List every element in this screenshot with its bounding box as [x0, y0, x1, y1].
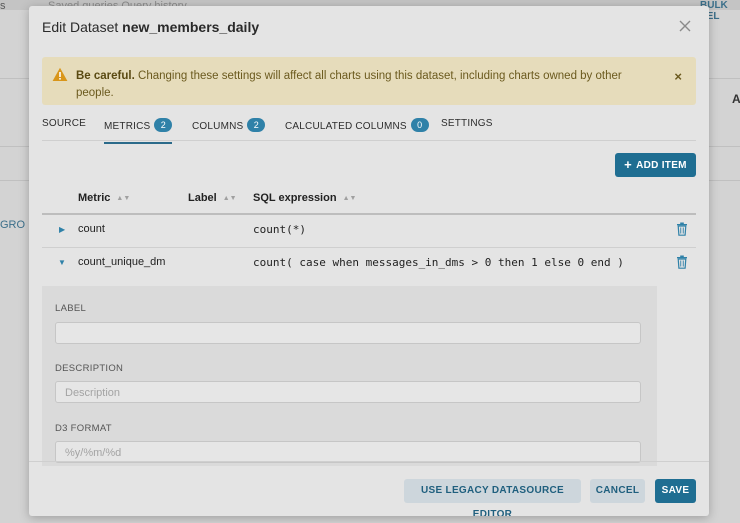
modal-header: Edit Dataset new_members_daily	[29, 6, 709, 50]
row-divider	[42, 247, 696, 248]
tab-calculated-columns[interactable]: CALCULATED COLUMNS 0	[285, 118, 429, 142]
close-icon[interactable]	[677, 18, 693, 34]
background-text: GRO	[0, 219, 26, 231]
label-field-title: LABEL	[55, 303, 87, 314]
background-text: A	[732, 92, 740, 106]
tab-columns[interactable]: COLUMNS 2	[192, 118, 266, 142]
tab-badge: 2	[247, 118, 266, 132]
modal-title-prefix: Edit Dataset	[42, 19, 123, 35]
warning-bold: Be careful.	[76, 70, 135, 82]
column-header-metric[interactable]: Metric ▲▼	[78, 192, 130, 204]
expand-chevron-down-icon[interactable]: ▼	[58, 258, 66, 267]
tab-label: SETTINGS	[441, 118, 493, 129]
header-label: SQL expression	[253, 192, 337, 204]
legacy-editor-button[interactable]: USE LEGACY DATASOURCE EDITOR	[404, 479, 581, 516]
tabs-divider	[42, 140, 696, 141]
column-header-sql[interactable]: SQL expression ▲▼	[253, 192, 356, 204]
metric-name: count_unique_dm	[78, 256, 166, 268]
cancel-button[interactable]: CANCEL	[590, 479, 645, 503]
warning-message: Changing these settings will affect all …	[76, 70, 622, 99]
warning-alert: Be careful. Changing these settings will…	[42, 57, 696, 105]
d3-format-input[interactable]: %y/%m/%d	[55, 441, 641, 463]
label-input[interactable]	[55, 322, 641, 344]
metric-detail-panel: LABEL DESCRIPTION Description D3 FORMAT …	[42, 286, 657, 466]
trash-icon[interactable]	[676, 222, 688, 236]
column-header-label[interactable]: Label ▲▼	[188, 192, 237, 204]
description-input[interactable]: Description	[55, 381, 641, 403]
header-label: Metric	[78, 192, 111, 204]
metric-sql: count(*)	[253, 223, 306, 236]
metric-name: count	[78, 223, 105, 235]
background-text: s	[0, 0, 6, 12]
tab-label: CALCULATED COLUMNS	[285, 121, 407, 132]
table-header-divider	[42, 213, 696, 215]
warning-text: Be careful. Changing these settings will…	[76, 68, 636, 102]
tab-bar: SOURCE METRICS 2 COLUMNS 2 CALCULATED COLU…	[42, 114, 696, 144]
alert-close-icon[interactable]: ×	[674, 69, 682, 84]
dataset-name: new_members_daily	[122, 19, 260, 35]
tab-badge: 0	[410, 118, 429, 132]
tab-label: METRICS	[104, 121, 151, 132]
plus-icon: +	[624, 157, 633, 172]
sort-icon: ▲▼	[222, 195, 237, 202]
tab-badge: 2	[154, 118, 173, 132]
metric-sql: count( case when messages_in_dms > 0 the…	[253, 256, 624, 269]
modal-title: Edit Dataset new_members_daily	[42, 19, 259, 35]
footer-divider	[29, 461, 709, 462]
tab-settings[interactable]: SETTINGS	[441, 118, 493, 142]
add-item-label: ADD ITEM	[636, 160, 687, 171]
tab-label: COLUMNS	[192, 121, 244, 132]
warning-icon	[52, 67, 68, 81]
tab-source[interactable]: SOURCE	[42, 118, 86, 142]
d3-format-field-title: D3 FORMAT	[55, 423, 112, 434]
sort-icon: ▲▼	[342, 195, 357, 202]
save-button[interactable]: SAVE	[655, 479, 696, 503]
tab-label: SOURCE	[42, 118, 86, 129]
add-item-button[interactable]: + ADD ITEM	[615, 153, 696, 177]
description-field-title: DESCRIPTION	[55, 363, 124, 374]
header-label: Label	[188, 192, 217, 204]
sort-icon: ▲▼	[116, 195, 131, 202]
expand-chevron-right-icon[interactable]: ▶	[59, 225, 65, 234]
edit-dataset-modal: Edit Dataset new_members_daily Be carefu…	[29, 6, 709, 516]
trash-icon[interactable]	[676, 255, 688, 269]
